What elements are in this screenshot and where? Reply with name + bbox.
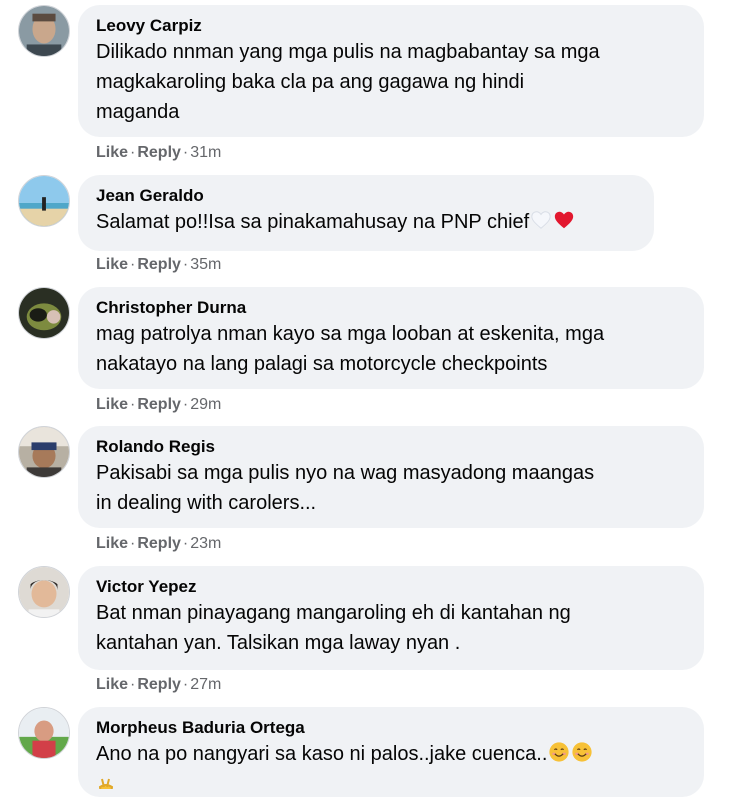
comment-timestamp[interactable]: 31m <box>190 144 221 161</box>
comment-author[interactable]: Leovy Carpiz <box>96 15 686 37</box>
avatar[interactable] <box>18 175 70 227</box>
reply-button[interactable]: Reply <box>137 676 181 693</box>
avatar-image <box>19 6 69 56</box>
comment-text: magkakaroling baka cla pa ang gagawa ng … <box>96 71 525 93</box>
comment-bubble: Victor Yepez Bat nman pinayagang mangaro… <box>78 566 704 670</box>
separator: · <box>182 396 189 413</box>
comment-bubble: Rolando Regis Pakisabi sa mga pulis nyo … <box>78 426 704 528</box>
comment-author[interactable]: Jean Geraldo <box>96 185 636 207</box>
comment-timestamp[interactable]: 23m <box>190 535 221 552</box>
comment-actions: Like · Reply · 27m <box>96 675 221 695</box>
comment-author[interactable]: Christopher Durna <box>96 297 686 319</box>
avatar-image <box>19 288 69 338</box>
avatar-image <box>19 176 69 226</box>
avatar-image <box>19 567 69 617</box>
red-heart-icon <box>555 211 574 229</box>
avatar-image <box>19 708 69 758</box>
avatar[interactable] <box>18 5 70 57</box>
separator: · <box>130 396 136 413</box>
comment-text: Bat nman pinayagang mangaroling eh di ka… <box>96 602 571 624</box>
like-button[interactable]: Like <box>96 676 128 693</box>
avatar[interactable] <box>18 287 70 339</box>
comment-bubble: Morpheus Baduria Ortega Ano na po nangya… <box>78 707 704 797</box>
reply-button[interactable]: Reply <box>137 256 181 273</box>
avatar[interactable] <box>18 566 70 618</box>
separator: · <box>182 535 189 552</box>
comment-text: mag patrolya nman kayo sa mga looban at … <box>96 323 605 345</box>
comment-actions: Like · Reply · 35m <box>96 255 221 275</box>
separator: · <box>130 676 136 693</box>
comment-text: nakatayo na lang palagi sa motorcycle ch… <box>96 353 548 375</box>
like-button[interactable]: Like <box>96 396 128 413</box>
like-button[interactable]: Like <box>96 535 128 552</box>
comment-actions: Like · Reply · 23m <box>96 534 221 554</box>
comment-text: Pakisabi sa mga pulis nyo na wag masyado… <box>96 462 595 484</box>
comment-timestamp[interactable]: 27m <box>190 676 221 693</box>
comment-author[interactable]: Rolando Regis <box>96 436 686 458</box>
separator: · <box>182 676 189 693</box>
comment-bubble: Christopher Durna mag patrolya nman kayo… <box>78 287 704 389</box>
comment-actions: Like · Reply · 29m <box>96 395 221 415</box>
comment-actions: Like · Reply · 31m <box>96 143 221 163</box>
reply-button[interactable]: Reply <box>137 396 181 413</box>
smiling-face-icon <box>572 742 593 762</box>
comment-timestamp[interactable]: 35m <box>190 256 221 273</box>
comment-text: Dilikado nnman yang mga pulis na magbaba… <box>96 41 600 63</box>
comment-text: kantahan yan. Talsikan mga laway nyan . <box>96 632 461 654</box>
comment-text: maganda <box>96 101 180 123</box>
like-button[interactable]: Like <box>96 256 128 273</box>
avatar[interactable] <box>18 707 70 759</box>
comment-bubble: Jean Geraldo Salamat po!!Isa sa pinakama… <box>78 175 654 251</box>
avatar-image <box>19 427 69 477</box>
comment-author[interactable]: Morpheus Baduria Ortega <box>96 717 686 739</box>
white-heart-icon <box>531 211 551 229</box>
comment-text: in dealing with carolers... <box>96 492 317 514</box>
comment-text: Ano na po nangyari sa kaso ni palos..jak… <box>96 739 686 769</box>
separator: · <box>130 535 136 552</box>
avatar[interactable] <box>18 426 70 478</box>
separator: · <box>182 256 189 273</box>
comment-timestamp[interactable]: 29m <box>190 396 221 413</box>
separator: · <box>130 144 136 161</box>
separator: · <box>182 144 189 161</box>
separator: · <box>130 256 136 273</box>
reply-button[interactable]: Reply <box>137 144 181 161</box>
like-button[interactable]: Like <box>96 144 128 161</box>
smiling-face-icon <box>549 742 570 762</box>
comment-text: Salamat po!!Isa sa pinakamahusay na PNP … <box>96 207 636 237</box>
comment-bubble: Leovy Carpiz Dilikado nnman yang mga pul… <box>78 5 704 137</box>
hand-emoji-icon <box>96 777 116 789</box>
reply-button[interactable]: Reply <box>137 535 181 552</box>
comment-author[interactable]: Victor Yepez <box>96 576 686 598</box>
